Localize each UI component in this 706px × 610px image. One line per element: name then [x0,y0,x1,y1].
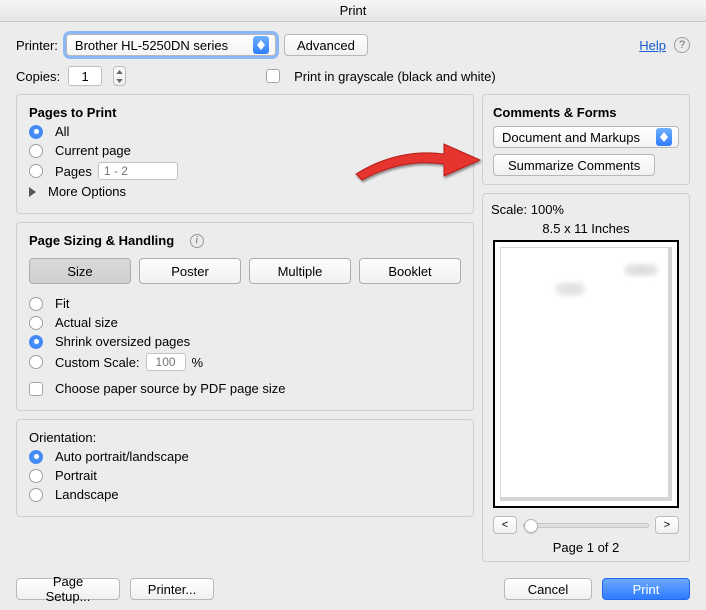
help-link[interactable]: Help [639,38,666,53]
radio-landscape-label: Landscape [55,487,119,502]
chevron-updown-icon [656,128,672,146]
radio-custom[interactable] [29,355,43,369]
pages-to-print-panel: Pages to Print All Current page Pages Mo… [16,94,474,214]
comments-panel: Comments & Forms Document and Markups Su… [482,94,690,185]
tab-multiple[interactable]: Multiple [249,258,351,284]
comments-select[interactable]: Document and Markups [493,126,679,148]
dims-label: 8.5 x 11 Inches [491,221,681,236]
comments-select-value: Document and Markups [502,130,640,145]
orientation-title: Orientation: [29,430,461,445]
copies-label: Copies: [16,69,60,84]
custom-scale-input[interactable] [146,353,186,371]
radio-fit-label: Fit [55,296,69,311]
radio-current-label: Current page [55,143,131,158]
scale-label: Scale: 100% [491,202,681,217]
radio-portrait[interactable] [29,469,43,483]
preview-content-icon [624,264,658,276]
pct-label: % [192,355,204,370]
printer-select[interactable]: Brother HL-5250DN series [66,34,276,56]
sizing-title: Page Sizing & Handling [29,233,174,248]
orientation-panel: Orientation: Auto portrait/landscape Por… [16,419,474,517]
radio-custom-label: Custom Scale: [55,355,140,370]
page-counter: Page 1 of 2 [491,540,681,555]
advanced-button[interactable]: Advanced [284,34,368,56]
radio-all-label: All [55,124,69,139]
radio-pages-label: Pages [55,164,92,179]
help-icon[interactable]: ? [674,37,690,53]
tab-poster[interactable]: Poster [139,258,241,284]
page-preview [493,240,679,508]
radio-fit[interactable] [29,297,43,311]
summarize-comments-button[interactable]: Summarize Comments [493,154,655,176]
copies-input[interactable] [68,66,102,86]
grayscale-label: Print in grayscale (black and white) [294,69,496,84]
pages-range-input[interactable] [98,162,178,180]
chevron-updown-icon [253,36,269,54]
slider-knob[interactable] [524,519,538,533]
page-setup-button[interactable]: Page Setup... [16,578,120,600]
page-slider[interactable] [523,523,649,528]
printer-button[interactable]: Printer... [130,578,214,600]
printer-select-value: Brother HL-5250DN series [75,38,228,53]
prev-page-button[interactable]: < [493,516,517,534]
sizing-panel: Page Sizing & Handling i Size Poster Mul… [16,222,474,411]
radio-pages[interactable] [29,164,43,178]
comments-title: Comments & Forms [493,105,679,120]
info-icon[interactable]: i [190,234,204,248]
chevron-right-icon[interactable] [29,187,36,197]
radio-auto-orient-label: Auto portrait/landscape [55,449,189,464]
grayscale-checkbox[interactable] [266,69,280,83]
more-options[interactable]: More Options [48,184,126,199]
stepper-down-icon[interactable] [114,76,125,85]
pages-to-print-title: Pages to Print [29,105,461,120]
choose-source-checkbox[interactable] [29,382,43,396]
cancel-button[interactable]: Cancel [504,578,592,600]
stepper-up-icon[interactable] [114,67,125,76]
radio-actual[interactable] [29,316,43,330]
radio-auto-orient[interactable] [29,450,43,464]
choose-source-label: Choose paper source by PDF page size [55,381,286,396]
radio-portrait-label: Portrait [55,468,97,483]
radio-actual-label: Actual size [55,315,118,330]
radio-shrink-label: Shrink oversized pages [55,334,190,349]
printer-label: Printer: [16,38,58,53]
preview-content-icon [555,282,585,296]
preview-panel: Scale: 100% 8.5 x 11 Inches < > Page 1 o… [482,193,690,562]
tab-size[interactable]: Size [29,258,131,284]
tab-booklet[interactable]: Booklet [359,258,461,284]
print-button[interactable]: Print [602,578,690,600]
next-page-button[interactable]: > [655,516,679,534]
copies-stepper[interactable] [113,66,126,86]
window-title: Print [0,0,706,22]
radio-landscape[interactable] [29,488,43,502]
radio-all[interactable] [29,125,43,139]
radio-current[interactable] [29,144,43,158]
radio-shrink[interactable] [29,335,43,349]
